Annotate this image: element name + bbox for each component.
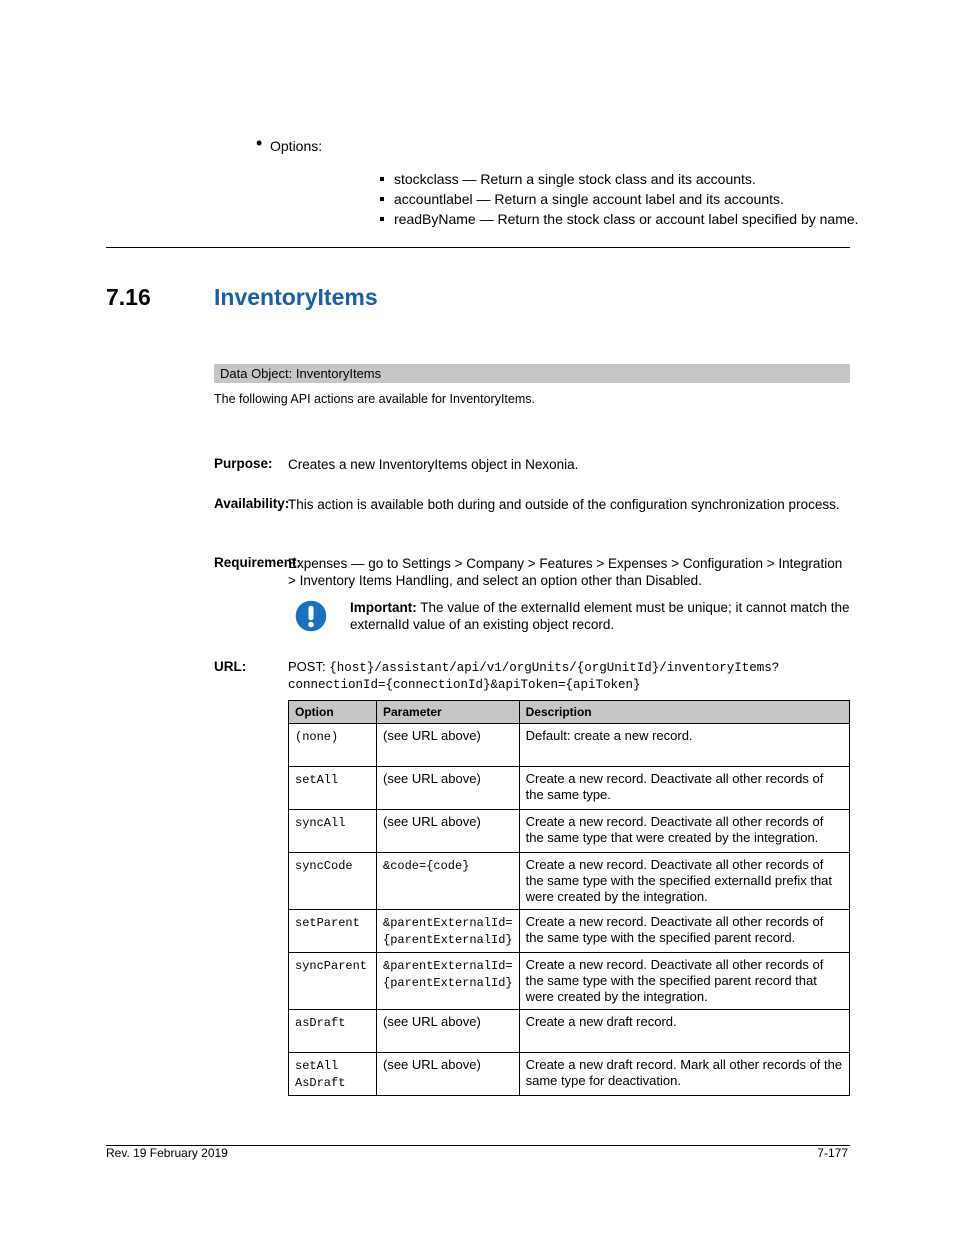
important-body: The value of the externalId element must… xyxy=(350,600,850,632)
availability-label: Availability: xyxy=(214,496,289,511)
table-cell: Create a new draft record. Mark all othe… xyxy=(519,1053,849,1096)
table-cell: Create a new record. Deactivate all othe… xyxy=(519,910,849,953)
table-cell: (see URL above) xyxy=(377,767,520,810)
table-cell: &parentExternalId= {parentExternalId} xyxy=(377,953,520,1010)
url-label: URL: xyxy=(214,659,246,674)
url-prefix: POST: xyxy=(288,659,326,674)
options-label: Options: xyxy=(270,138,322,154)
footer-right: 7-177 xyxy=(817,1146,848,1160)
section-title: InventoryItems xyxy=(214,284,378,311)
options-bullet: Options: xyxy=(270,136,859,156)
section-number: 7.16 xyxy=(106,284,151,311)
table-row: syncAll(see URL above)Create a new recor… xyxy=(289,810,850,853)
table-header-option: Option xyxy=(289,701,377,724)
requirement-body: Expenses — go to Settings > Company > Fe… xyxy=(288,555,850,589)
purpose-label: Purpose: xyxy=(214,456,273,471)
url-line2: connectionId={connectionId}&apiToken={ap… xyxy=(288,678,641,692)
table-cell: (see URL above) xyxy=(377,724,520,767)
table-cell: syncParent xyxy=(289,953,377,1010)
table-cell: syncCode xyxy=(289,853,377,910)
options-table: Option Parameter Description (none)(see … xyxy=(288,700,850,1096)
table-row: asDraft(see URL above)Create a new draft… xyxy=(289,1010,850,1053)
important-label: Important: xyxy=(350,600,417,615)
table-cell: Default: create a new record. xyxy=(519,724,849,767)
table-cell: setAll xyxy=(289,767,377,810)
table-cell: Create a new record. Deactivate all othe… xyxy=(519,810,849,853)
table-cell: Create a new record. Deactivate all othe… xyxy=(519,767,849,810)
table-cell: setAll AsDraft xyxy=(289,1053,377,1096)
table-cell: (see URL above) xyxy=(377,1010,520,1053)
top-bullet-block: Options: stockclass — Return a single st… xyxy=(270,136,859,243)
availability-body: This action is available both during and… xyxy=(288,496,850,513)
purpose-body: Creates a new InventoryItems object in N… xyxy=(288,456,850,473)
divider-top xyxy=(106,247,850,248)
table-row: setParent&parentExternalId= {parentExter… xyxy=(289,910,850,953)
table-cell: &parentExternalId= {parentExternalId} xyxy=(377,910,520,953)
list-item: readByName — Return the stock class or a… xyxy=(394,209,859,229)
important-box: Important: The value of the externalId e… xyxy=(288,599,850,639)
options-inner-list: stockclass — Return a single stock class… xyxy=(394,169,859,229)
data-object-band-label: Data Object: InventoryItems xyxy=(220,366,381,381)
table-header-parameter: Parameter xyxy=(377,701,520,724)
table-header-row: Option Parameter Description xyxy=(289,701,850,724)
table-cell: (see URL above) xyxy=(377,1053,520,1096)
table-body: (none)(see URL above)Default: create a n… xyxy=(289,724,850,1096)
table-row: syncCode&code={code}Create a new record.… xyxy=(289,853,850,910)
table-row: setAll(see URL above)Create a new record… xyxy=(289,767,850,810)
table-cell: Create a new draft record. xyxy=(519,1010,849,1053)
important-text: Important: The value of the externalId e… xyxy=(350,599,850,639)
url-line1: {host}/assistant/api/v1/orgUnits/{orgUni… xyxy=(329,661,779,675)
table-cell: Create a new record. Deactivate all othe… xyxy=(519,953,849,1010)
list-item: accountlabel — Return a single account l… xyxy=(394,189,859,209)
important-icon xyxy=(294,599,328,638)
table-row: syncParent&parentExternalId= {parentExte… xyxy=(289,953,850,1010)
document-page: Options: stockclass — Return a single st… xyxy=(0,0,954,1235)
table-cell: setParent xyxy=(289,910,377,953)
table-cell: (see URL above) xyxy=(377,810,520,853)
footer-left: Rev. 19 February 2019 xyxy=(106,1146,228,1160)
table-cell: asDraft xyxy=(289,1010,377,1053)
data-object-band: Data Object: InventoryItems xyxy=(214,364,850,383)
table-header-description: Description xyxy=(519,701,849,724)
table-row: setAll AsDraft(see URL above)Create a ne… xyxy=(289,1053,850,1096)
table-row: (none)(see URL above)Default: create a n… xyxy=(289,724,850,767)
table-cell: (none) xyxy=(289,724,377,767)
data-object-note: The following API actions are available … xyxy=(214,390,850,408)
list-item: stockclass — Return a single stock class… xyxy=(394,169,859,189)
table-cell: syncAll xyxy=(289,810,377,853)
table-cell: &code={code} xyxy=(377,853,520,910)
table-cell: Create a new record. Deactivate all othe… xyxy=(519,853,849,910)
url-body: POST: {host}/assistant/api/v1/orgUnits/{… xyxy=(288,659,850,693)
